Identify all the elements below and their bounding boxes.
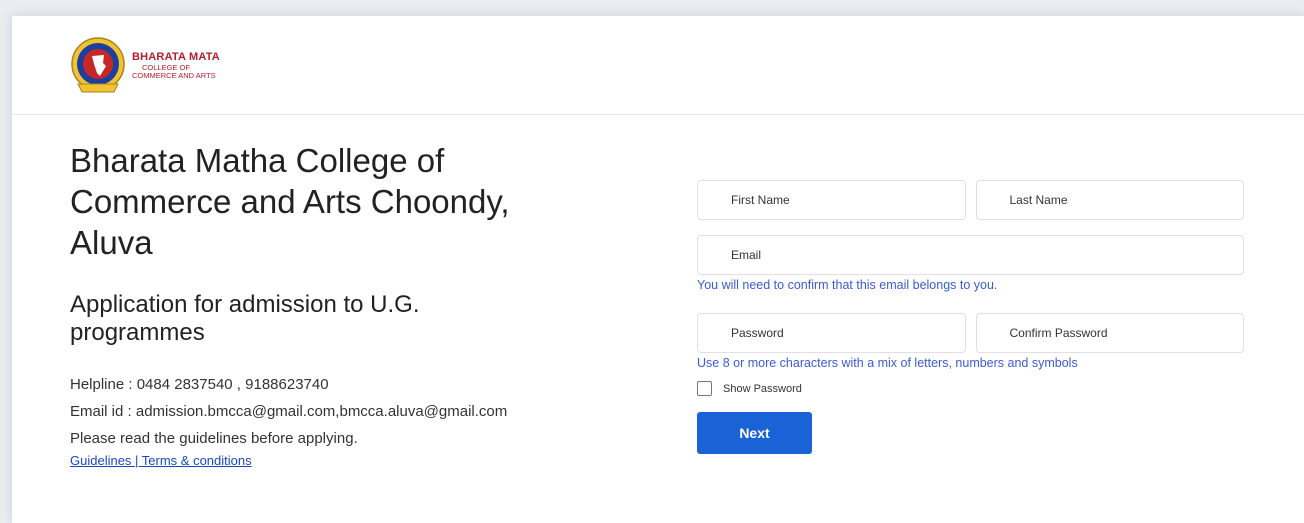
show-password-label[interactable]: Show Password [723, 383, 802, 395]
guidelines-notice: Please read the guidelines before applyi… [70, 430, 358, 447]
application-title: Application for admission to U.G. progra… [70, 291, 420, 346]
college-seal-icon [71, 37, 125, 93]
email-contact-text: Email id : admission.bmcca@gmail.com,bmc… [70, 403, 508, 420]
show-password-checkbox[interactable] [697, 381, 712, 396]
registration-card: BHARATA MATA COLLEGE OF COMMERCE AND ART… [12, 16, 1304, 523]
next-button[interactable]: Next [697, 412, 812, 454]
password-field[interactable]: Password [697, 313, 966, 353]
page-title: Bharata Matha College of Commerce and Ar… [70, 142, 510, 261]
college-logo[interactable]: BHARATA MATA COLLEGE OF COMMERCE AND ART… [70, 36, 220, 96]
email-hint: You will need to confirm that this email… [697, 278, 998, 292]
first-name-field[interactable]: First Name [697, 180, 966, 220]
logo-line-3: COMMERCE AND ARTS [132, 70, 216, 80]
email-field[interactable]: Email [697, 235, 1244, 275]
guidelines-link[interactable]: Guidelines | Terms & conditions [70, 453, 630, 468]
last-name-field[interactable]: Last Name [975, 180, 1244, 220]
registration-form: First Name Last Name Email You will need… [697, 180, 1244, 454]
helpline-text: Helpline : 0484 2837540 , 9188623740 [70, 376, 329, 393]
college-info: Bharata Matha College of Commerce and Ar… [70, 140, 630, 468]
confirm-password-field[interactable]: Confirm Password [975, 313, 1244, 353]
header: BHARATA MATA COLLEGE OF COMMERCE AND ART… [12, 16, 1304, 115]
password-hint: Use 8 or more characters with a mix of l… [697, 356, 1078, 370]
